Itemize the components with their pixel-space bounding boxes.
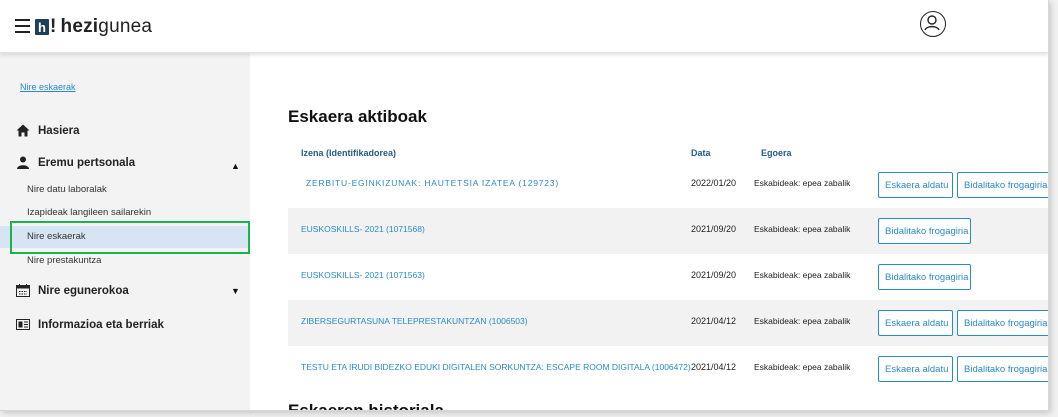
modify-request-button[interactable]: Eskaera aldatu — [878, 172, 953, 198]
request-date: 2021/04/12 — [691, 362, 737, 372]
modify-request-button[interactable]: Eskaera aldatu — [878, 310, 953, 336]
receipt-button[interactable]: Bidalitako frogagiria — [878, 218, 971, 244]
modify-request-button[interactable]: Eskaera aldatu — [878, 356, 953, 382]
request-status: Eskabideak: epea zabalik — [754, 178, 851, 188]
request-status: Eskabideak: epea zabalik — [754, 316, 851, 326]
request-date: 2021/09/20 — [691, 224, 737, 234]
request-name-link[interactable]: EUSKOSKILLS- 2021 (1071568) — [301, 224, 425, 234]
sidebar-subitem-work-data[interactable]: Nire datu laboralak — [0, 179, 250, 201]
column-header-name: Izena (Identifikadorea) — [301, 148, 397, 158]
request-date: 2021/09/20 — [691, 270, 737, 280]
receipt-button[interactable]: Bidalitako frogagiria — [957, 356, 1048, 382]
receipt-button[interactable]: Bidalitako frogagiria — [957, 172, 1048, 198]
sidebar-item-label: Informazioa eta berriak — [38, 318, 164, 331]
request-name-link[interactable]: EUSKOSKILLS- 2021 (1071563) — [301, 270, 425, 280]
app-window: h ! hezigunea Nire eskaerak Hasiera Eremu… — [0, 0, 1049, 411]
request-name-link[interactable]: TESTU ETA IRUDI BIDEZKO EDUKI DIGITALEN … — [301, 362, 691, 372]
sidebar-item-label: Nire egunerokoa — [38, 284, 129, 297]
request-status: Eskabideak: epea zabalik — [754, 270, 851, 280]
sidebar-item-calendar[interactable]: Nire egunerokoa — [16, 284, 129, 297]
calendar-icon — [16, 284, 30, 297]
active-requests-title: Eskaera aktiboak — [288, 107, 427, 126]
receipt-button[interactable]: Bidalitako frogagiria — [957, 310, 1048, 336]
receipt-button[interactable]: Bidalitako frogagiria — [878, 264, 971, 290]
request-date: 2022/01/20 — [691, 178, 737, 188]
logo[interactable]: h ! hezigunea — [35, 16, 152, 38]
newspaper-icon — [16, 318, 30, 331]
table-row: EUSKOSKILLS- 2021 (1071568) 2021/09/20 E… — [288, 208, 1048, 254]
sidebar-item-info[interactable]: Informazioa eta berriak — [16, 318, 164, 331]
caret-up-icon[interactable]: ▲ — [231, 161, 240, 171]
request-history-title: Eskaeren historiala — [288, 401, 444, 411]
request-name-link[interactable]: ZERBITU-EGINKIZUNAK: HAUTETSIA IZATEA (1… — [306, 178, 559, 188]
column-header-status: Egoera — [761, 148, 792, 158]
sidebar-item-label: Hasiera — [38, 124, 80, 137]
table-row: ZIBERSEGURTASUNA TELEPRESTAKUNTZAN (1006… — [288, 300, 1048, 346]
top-bar: h ! hezigunea — [0, 0, 1048, 53]
main-content: Eskaera aktiboak Izena (Identifikadorea)… — [250, 52, 1048, 410]
person-icon — [16, 156, 30, 169]
breadcrumb[interactable]: Nire eskaerak — [20, 82, 76, 92]
home-icon — [16, 124, 30, 137]
request-name-link[interactable]: ZIBERSEGURTASUNA TELEPRESTAKUNTZAN (1006… — [301, 316, 528, 326]
selection-highlight — [10, 221, 250, 254]
hamburger-icon[interactable] — [15, 19, 30, 33]
request-date: 2021/04/12 — [691, 316, 737, 326]
logo-text: ! hezigunea — [50, 16, 153, 37]
table-row: ZERBITU-EGINKIZUNAK: HAUTETSIA IZATEA (1… — [288, 162, 1048, 208]
sidebar-item-home[interactable]: Hasiera — [16, 124, 80, 137]
sidebar-item-personal[interactable]: Eremu pertsonala — [16, 156, 135, 169]
caret-down-icon[interactable]: ▼ — [231, 286, 240, 296]
logo-mark: h — [35, 19, 49, 35]
request-status: Eskabideak: epea zabalik — [754, 224, 851, 234]
request-status: Eskabideak: epea zabalik — [754, 362, 851, 372]
sidebar-item-label: Eremu pertsonala — [38, 156, 136, 169]
table-row: EUSKOSKILLS- 2021 (1071563) 2021/09/20 E… — [288, 254, 1048, 300]
column-header-date: Data — [691, 148, 711, 158]
table-row: TESTU ETA IRUDI BIDEZKO EDUKI DIGITALEN … — [288, 346, 1048, 392]
user-circle-icon[interactable] — [920, 11, 946, 37]
